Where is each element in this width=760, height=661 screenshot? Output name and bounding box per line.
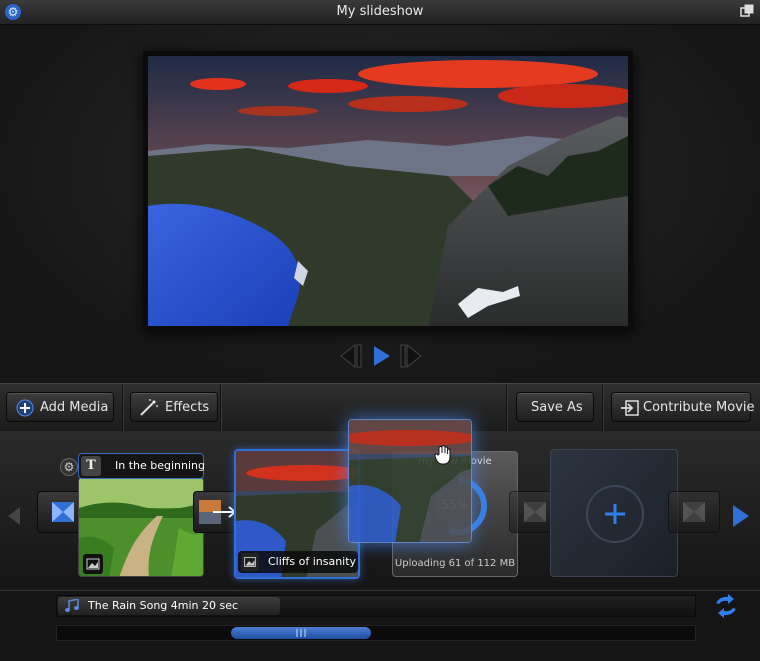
clip-caption: Cliffs of insanity bbox=[268, 555, 357, 568]
title-bar: ⚙ My slideshow bbox=[0, 0, 760, 25]
plus-icon bbox=[586, 485, 644, 543]
effects-label: Effects bbox=[165, 400, 210, 415]
audio-footer: The Rain Song 4min 20 sec bbox=[0, 590, 760, 661]
text-type-icon: T bbox=[81, 456, 101, 476]
clip-thumbnail bbox=[349, 420, 471, 542]
transition-icon bbox=[683, 502, 705, 522]
add-circle-icon bbox=[16, 399, 34, 417]
playback-controls bbox=[333, 343, 429, 369]
audio-label: The Rain Song 4min 20 sec bbox=[88, 599, 239, 612]
preview-image bbox=[148, 56, 628, 326]
restore-window-icon[interactable] bbox=[740, 4, 754, 18]
preview-stage bbox=[0, 25, 760, 383]
upload-status: Uploading 61 of 112 MB bbox=[394, 558, 516, 569]
refresh-arrows-icon[interactable] bbox=[712, 593, 740, 619]
transition-icon bbox=[524, 502, 546, 522]
add-media-label: Add Media bbox=[40, 400, 109, 415]
music-note-icon bbox=[65, 599, 79, 612]
clip-caption: In the beginning bbox=[115, 459, 206, 472]
scroll-right-icon[interactable] bbox=[730, 503, 752, 529]
audio-track: The Rain Song 4min 20 sec bbox=[56, 595, 696, 617]
empty-slide-slot[interactable] bbox=[550, 449, 678, 577]
effects-button[interactable]: Effects bbox=[130, 392, 218, 422]
scroll-left-icon[interactable] bbox=[6, 505, 22, 527]
timeline-scrollbar[interactable] bbox=[56, 625, 696, 641]
magic-wand-icon bbox=[140, 399, 158, 416]
add-media-button[interactable]: Add Media bbox=[6, 392, 114, 422]
dragged-clip-ghost[interactable] bbox=[348, 419, 472, 543]
clip-caption-tag[interactable]: T In the beginning bbox=[78, 453, 206, 479]
scrollbar-thumb[interactable] bbox=[231, 627, 371, 639]
next-slide-button[interactable] bbox=[399, 343, 429, 369]
window-title: My slideshow bbox=[336, 4, 424, 19]
clip-cliffs-of-insanity[interactable]: Cliffs of insanity bbox=[234, 449, 360, 579]
transition-arrow-icon bbox=[199, 500, 237, 524]
image-type-icon bbox=[241, 553, 259, 571]
preview-frame bbox=[143, 51, 633, 331]
save-as-button[interactable]: Save As bbox=[516, 392, 594, 422]
transition-icon bbox=[52, 502, 74, 522]
transition-slot[interactable] bbox=[668, 491, 720, 533]
play-button[interactable] bbox=[366, 343, 396, 369]
clip-caption-tag[interactable]: Cliffs of insanity bbox=[238, 551, 358, 573]
export-icon bbox=[621, 400, 639, 416]
audio-clip[interactable]: The Rain Song 4min 20 sec bbox=[58, 597, 280, 615]
storyboard-timeline: ⚙ T In the beginning Cliffs of insanity … bbox=[0, 419, 760, 589]
save-as-label: Save As bbox=[531, 400, 583, 415]
previous-slide-button[interactable] bbox=[333, 343, 363, 369]
gear-icon[interactable]: ⚙ bbox=[60, 458, 78, 476]
clip-in-the-beginning[interactable] bbox=[78, 477, 204, 577]
image-type-icon bbox=[83, 554, 103, 574]
grip-icon bbox=[296, 629, 306, 637]
contribute-movie-label: Contribute Movie bbox=[643, 400, 755, 415]
hand-cursor-icon bbox=[434, 445, 451, 465]
contribute-movie-button[interactable]: Contribute Movie bbox=[611, 392, 755, 422]
